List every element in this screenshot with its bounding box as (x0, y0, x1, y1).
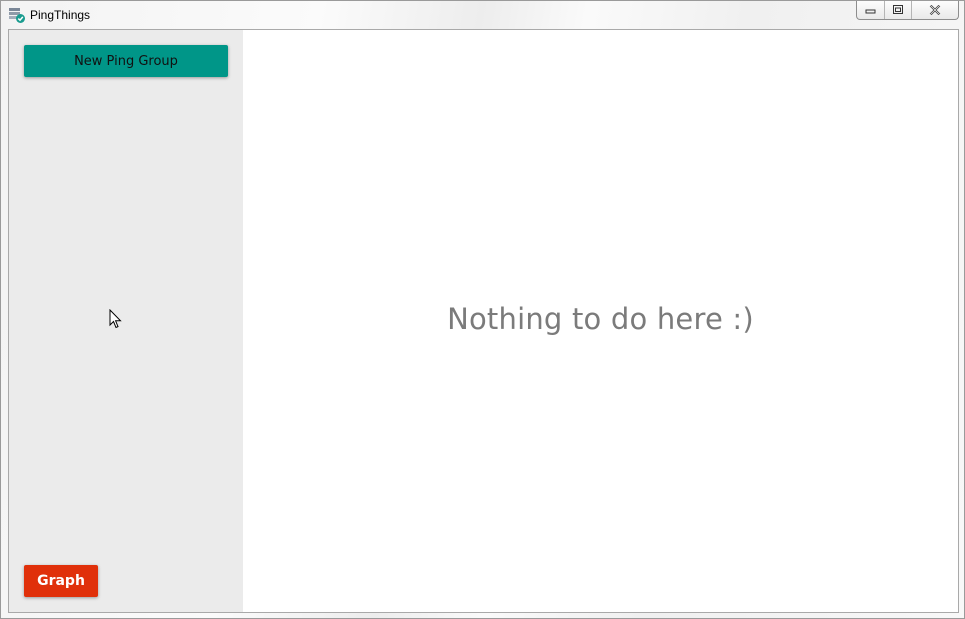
window-controls (856, 1, 959, 20)
title-bar[interactable]: PingThings (1, 1, 964, 29)
close-button[interactable] (912, 1, 958, 19)
app-window: PingThings New Ping Group Graph Nothing … (0, 0, 965, 619)
main-panel: Nothing to do here :) (243, 30, 958, 612)
maximize-button[interactable] (885, 1, 912, 19)
empty-state-message: Nothing to do here :) (447, 302, 754, 336)
minimize-icon (865, 9, 875, 14)
graph-button[interactable]: Graph (24, 565, 98, 597)
sidebar: New Ping Group Graph (9, 30, 243, 612)
window-title: PingThings (30, 8, 91, 22)
app-icon (9, 7, 25, 23)
maximize-icon (893, 5, 903, 14)
minimize-button[interactable] (857, 1, 885, 19)
close-icon (929, 5, 941, 15)
client-area: New Ping Group Graph Nothing to do here … (8, 29, 959, 613)
new-ping-group-button[interactable]: New Ping Group (24, 45, 228, 77)
